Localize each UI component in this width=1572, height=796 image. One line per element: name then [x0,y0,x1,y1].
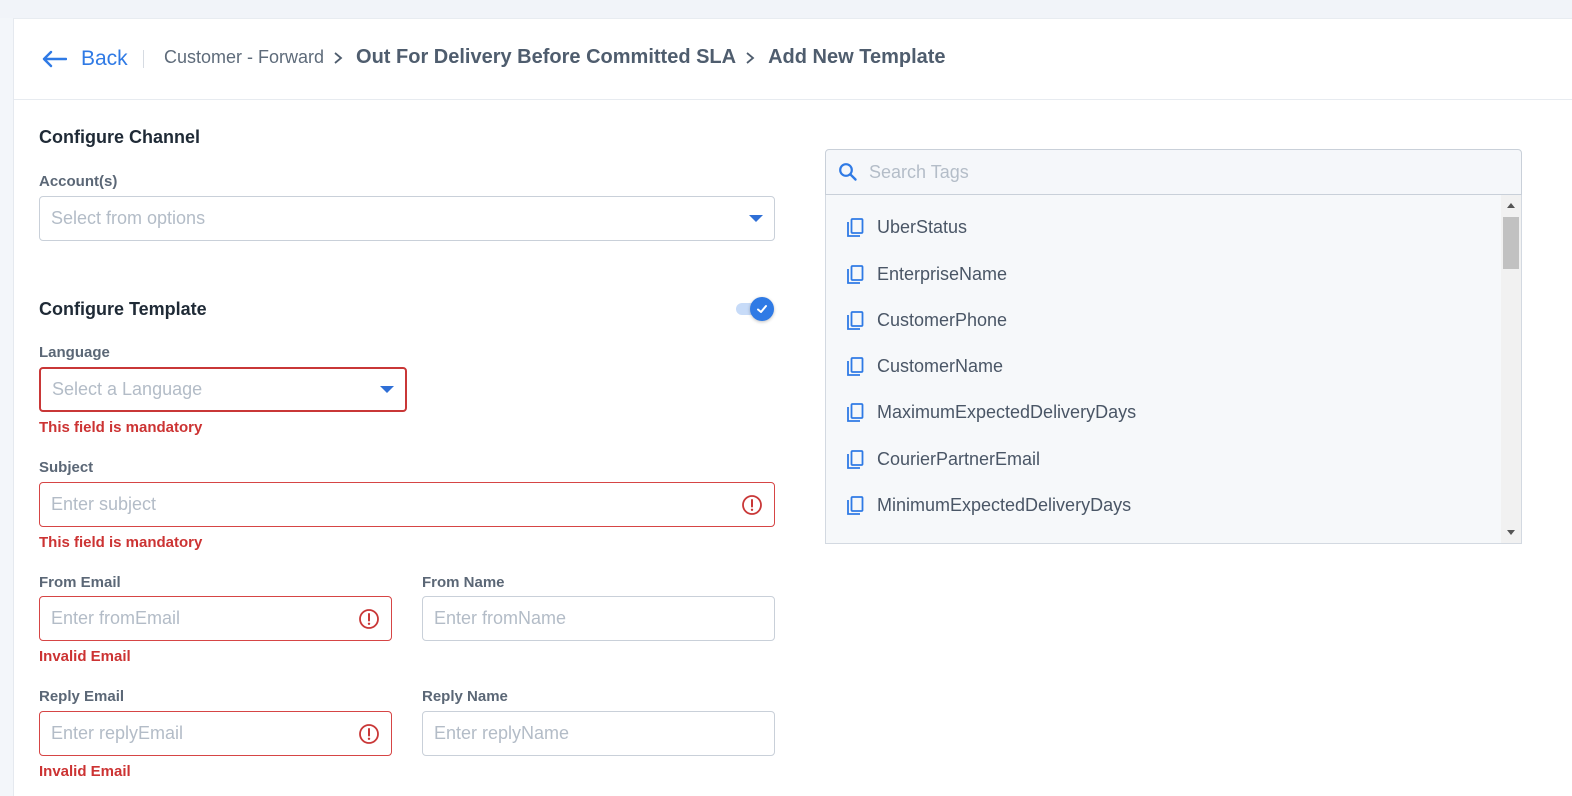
reply-email-label: Reply Email [39,688,125,705]
configure-channel-title: Configure Channel [39,127,200,147]
page-header: Back Customer - Forward Out For Delivery… [14,19,1572,100]
search-icon [839,163,857,181]
reply-name-placeholder: Enter replyName [434,723,570,743]
caret-down-icon [380,386,394,393]
reply-email-input[interactable]: Enter replyEmail [39,711,392,756]
tag-item[interactable]: MinimumExpectedDeliveryDays [846,495,1131,516]
configure-template-title: Configure Template [39,299,207,319]
top-strip [0,0,1572,18]
error-icon [359,723,379,744]
copy-icon [847,402,864,422]
from-email-input[interactable]: Enter fromEmail [39,596,392,641]
copy-icon [847,217,864,237]
copy-icon [847,310,864,330]
accounts-placeholder: Select from options [51,208,206,228]
tag-list-scrollbar[interactable] [1501,195,1521,543]
accounts-select[interactable]: Select from options [39,196,775,241]
tag-list: UberStatus EnterpriseName CustomerPhone … [825,195,1522,544]
tag-label: EnterpriseName [877,264,1008,284]
accounts-label: Account(s) [39,173,118,190]
language-select[interactable]: Select a Language [39,367,407,412]
copy-icon [847,449,864,469]
tag-label: CourierPartnerEmail [877,449,1041,469]
breadcrumb-item-current: Add New Template [768,46,946,68]
scroll-up-arrow-icon[interactable] [1507,203,1515,208]
tag-label: MaximumExpectedDeliveryDays [877,402,1137,422]
subject-input[interactable]: Enter subject [39,482,775,527]
tag-item[interactable]: CustomerName [846,356,1003,377]
tag-item[interactable]: EnterpriseName [846,264,1007,285]
check-icon [757,305,767,313]
from-email-error: Invalid Email [39,648,131,665]
copy-icon [847,356,864,376]
scroll-down-arrow-icon[interactable] [1507,530,1515,535]
caret-down-icon [749,215,763,222]
language-error: This field is mandatory [39,419,203,436]
back-button[interactable]: Back [41,47,128,71]
chevron-right-icon [744,51,756,65]
reply-email-placeholder: Enter replyEmail [51,723,184,743]
language-label: Language [39,344,110,361]
copy-icon [847,495,864,515]
subject-label: Subject [39,459,94,476]
tag-item[interactable]: CustomerPhone [846,310,1007,331]
from-name-placeholder: Enter fromName [434,608,567,628]
chevron-right-icon [332,51,344,65]
breadcrumb-item-category[interactable]: Customer - Forward [164,47,324,68]
from-name-input[interactable]: Enter fromName [422,596,775,641]
tag-label: UberStatus [877,217,968,237]
main-card: Back Customer - Forward Out For Delivery… [13,18,1572,796]
from-email-placeholder: Enter fromEmail [51,608,181,628]
template-toggle[interactable] [732,296,774,322]
breadcrumb-item-event[interactable]: Out For Delivery Before Committed SLA [356,46,736,69]
error-icon [359,608,379,629]
breadcrumb: Customer - Forward Out For Delivery Befo… [164,46,946,69]
reply-name-input[interactable]: Enter replyName [422,711,775,756]
tag-item[interactable]: CourierPartnerEmail [846,449,1040,470]
toggle-knob [750,297,774,321]
reply-name-label: Reply Name [422,688,508,705]
tag-label: CustomerName [877,356,1004,376]
from-name-label: From Name [422,574,505,591]
language-placeholder: Select a Language [52,379,203,399]
subject-placeholder: Enter subject [51,494,157,514]
tag-search[interactable] [825,149,1522,195]
arrow-left-icon [42,50,67,68]
subject-error: This field is mandatory [39,534,203,551]
copy-icon [847,264,864,284]
scrollbar-thumb[interactable] [1503,217,1519,269]
tag-item[interactable]: UberStatus [846,217,967,238]
tag-label: CustomerPhone [877,310,1008,330]
breadcrumb-divider [143,50,144,68]
tag-item[interactable]: MaximumExpectedDeliveryDays [846,402,1136,423]
back-label: Back [81,47,128,70]
tag-label: MinimumExpectedDeliveryDays [877,495,1132,515]
error-icon [742,494,762,515]
tag-search-input[interactable] [869,161,1469,183]
from-email-label: From Email [39,574,121,591]
reply-email-error: Invalid Email [39,763,131,780]
